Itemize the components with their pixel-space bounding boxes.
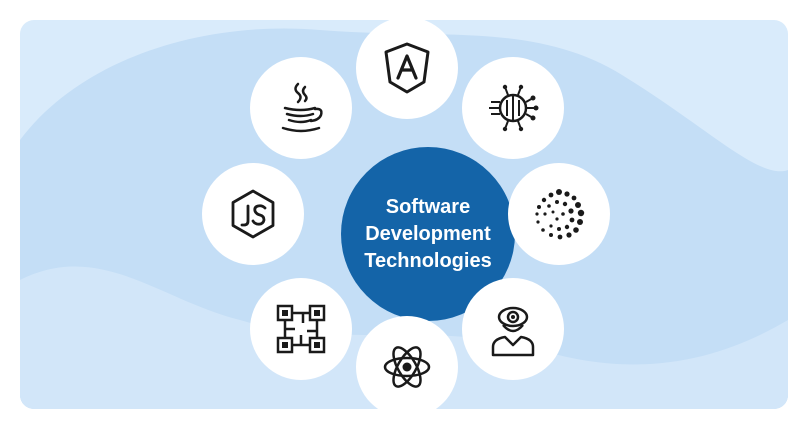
node-iota	[508, 163, 610, 265]
atom-icon	[383, 346, 431, 388]
ai-chip-icon	[489, 84, 539, 132]
java-cup-icon	[281, 82, 323, 133]
node-vision-person	[462, 278, 564, 380]
iota-dots-icon	[535, 189, 585, 240]
eye-person-icon	[491, 306, 535, 357]
qr-blocks-icon	[276, 304, 326, 354]
node-ai-circuit	[462, 57, 564, 159]
nodejs-icon	[231, 189, 275, 239]
angular-icon	[384, 42, 430, 94]
node-atom	[356, 316, 458, 409]
hub-title-line-2: Development	[365, 222, 491, 245]
node-java	[250, 57, 352, 159]
node-angular	[356, 20, 458, 119]
hub-title-line-3: Technologies	[364, 249, 492, 272]
node-nodejs	[202, 163, 304, 265]
hub-title-line-1: Software	[385, 195, 471, 218]
node-qr-blocks	[250, 278, 352, 380]
diagram-card: Software Development Technologies	[20, 20, 788, 409]
